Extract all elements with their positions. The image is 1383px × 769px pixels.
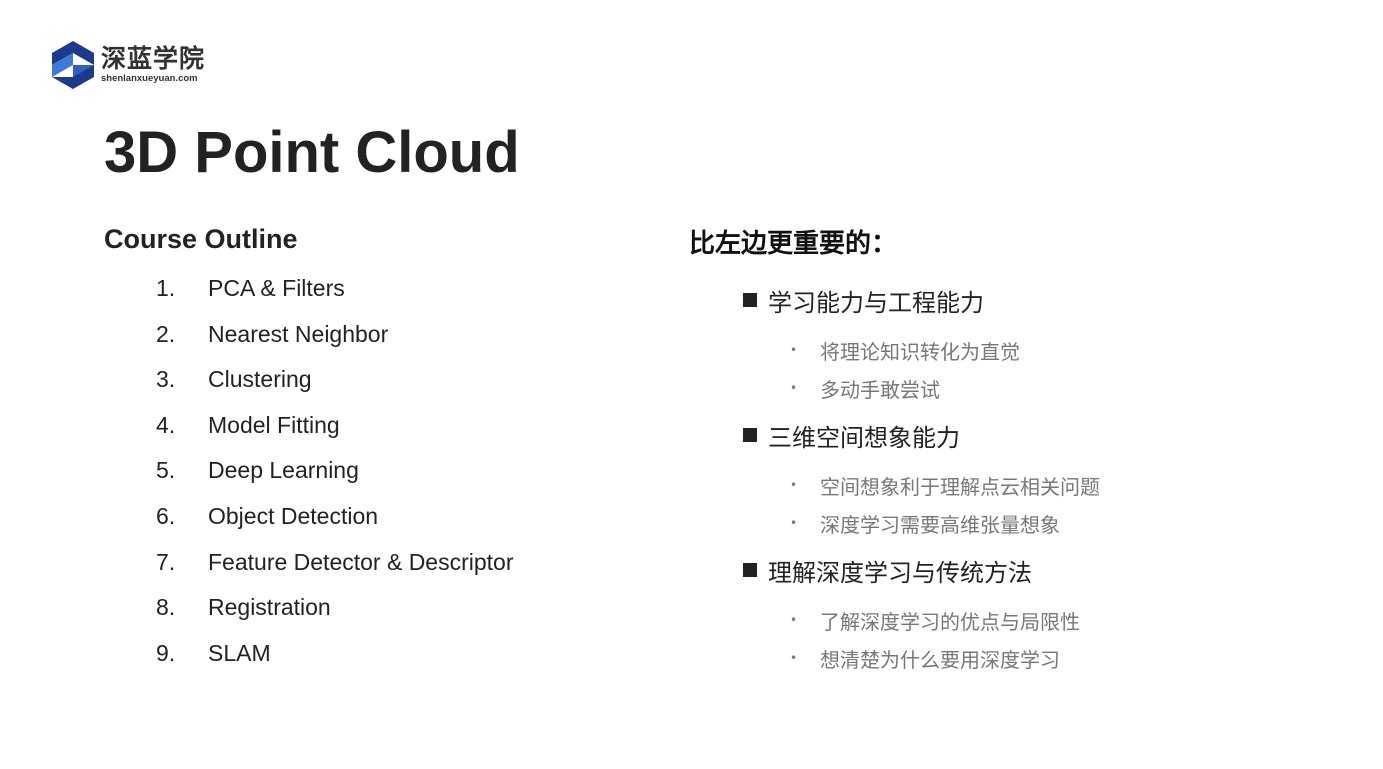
outline-item-text: PCA & Filters [208,275,345,301]
outline-item-number: 9. [156,639,176,666]
skill-subitem-text: 多动手敢尝试 [820,377,940,402]
outline-item-text: Registration [208,594,331,621]
outline-item-text: Nearest Neighbor [208,320,389,347]
outline-item-number: 8. [156,594,176,621]
logo-name: 深蓝学院 [101,44,206,74]
outline-item: 9. SLAM [156,635,514,681]
outline-heading: Course Outline [104,224,298,254]
square-bullet-icon [743,563,757,577]
skills-sections: 学习能力与工程能力 • 将理论知识转化为直觉 • 多动手敢尝试三维空间想象能力 • 空间想象… [743,282,1303,687]
outline-item-number: 3. [156,366,176,393]
skill-subitems: • 将理论知识转化为直觉 • 多动手敢尝试 [743,331,1303,407]
skill-subitem: • 将理论知识转化为直觉 [743,331,1303,369]
skill-section-label: 学习能力与工程能力 [768,288,984,317]
square-bullet-icon [743,428,757,442]
skill-section-label: 理解深度学习与传统方法 [768,558,1032,587]
skill-section: 理解深度学习与传统方法 • 了解深度学习的优点与局限性 • 想清楚为什么要用深度学习 [743,552,1303,677]
outline-item: 7. Feature Detector & Descriptor [156,544,514,590]
skill-subitem: • 了解深度学习的优点与局限性 [743,601,1303,639]
skill-subitem: • 深度学习需要高维张量想象 [743,504,1303,542]
skill-section-label: 三维空间想象能力 [768,423,960,452]
logo: 深蓝学院 shenlanxueyuan.com [51,40,205,90]
skill-subitem: • 多动手敢尝试 [743,369,1303,407]
skill-subitem-text: 空间想象利于理解点云相关问题 [820,474,1100,499]
skill-section-title: 三维空间想象能力 [743,417,1303,453]
skill-subitem-text: 想清楚为什么要用深度学习 [820,647,1060,672]
outline-item-number: 4. [156,411,176,438]
logo-url: shenlanxueyuan.com [101,73,198,85]
outline-item-text: Deep Learning [208,457,359,484]
dot-bullet-icon: • [790,651,798,665]
square-bullet-icon [743,293,757,307]
outline-item-text: Model Fitting [208,411,340,438]
outline-item-number: 7. [156,548,176,575]
skill-section-title: 学习能力与工程能力 [743,282,1303,318]
outline-item-text: SLAM [208,639,271,666]
outline-item: 5. Deep Learning [156,452,514,498]
skill-subitem: • 想清楚为什么要用深度学习 [743,639,1303,677]
skill-section: 学习能力与工程能力 • 将理论知识转化为直觉 • 多动手敢尝试 [743,282,1303,407]
outline-item: 3. Clustering [156,361,514,407]
dot-bullet-icon: • [790,516,798,530]
outline-item-number: 6. [156,502,176,529]
outline-item-number: 5. [156,457,176,484]
dot-bullet-icon: • [790,478,798,492]
skill-subitems: • 了解深度学习的优点与局限性 • 想清楚为什么要用深度学习 [743,601,1303,677]
skill-subitem-text: 将理论知识转化为直觉 [820,339,1020,364]
page-title: 3D Point Cloud [104,120,520,185]
outline-list: 1. PCA & Filters 2. Nearest Neighbor 3. Clust… [156,270,514,680]
outline-item-text: Feature Detector & Descriptor [208,548,514,575]
skill-section-title: 理解深度学习与传统方法 [743,552,1303,588]
outline-item: 1. PCA & Filters [156,270,514,316]
outline-item-number: 2. [156,320,176,347]
outline-item: 6. Object Detection [156,498,514,544]
outline-item: 2. Nearest Neighbor [156,316,514,362]
dot-bullet-icon: • [790,381,798,395]
skill-section: 三维空间想象能力 • 空间想象利于理解点云相关问题 • 深度学习需要高维张量想象 [743,417,1303,542]
skill-subitem-text: 了解深度学习的优点与局限性 [820,609,1080,634]
outline-item-text: Object Detection [208,502,379,529]
right-heading: 比左边更重要的： [689,229,898,259]
skill-subitems: • 空间想象利于理解点云相关问题 • 深度学习需要高维张量想象 [743,466,1303,542]
skill-subitem-text: 深度学习需要高维张量想象 [820,512,1060,537]
skill-subitem: • 空间想象利于理解点云相关问题 [743,466,1303,504]
outline-item: 4. Model Fitting [156,407,514,453]
dot-bullet-icon: • [790,343,798,357]
dot-bullet-icon: • [790,613,798,627]
logo-mark-icon [52,41,94,89]
outline-item: 8. Registration [156,589,514,635]
outline-item-number: 1. [156,275,176,301]
outline-item-text: Clustering [208,366,312,393]
